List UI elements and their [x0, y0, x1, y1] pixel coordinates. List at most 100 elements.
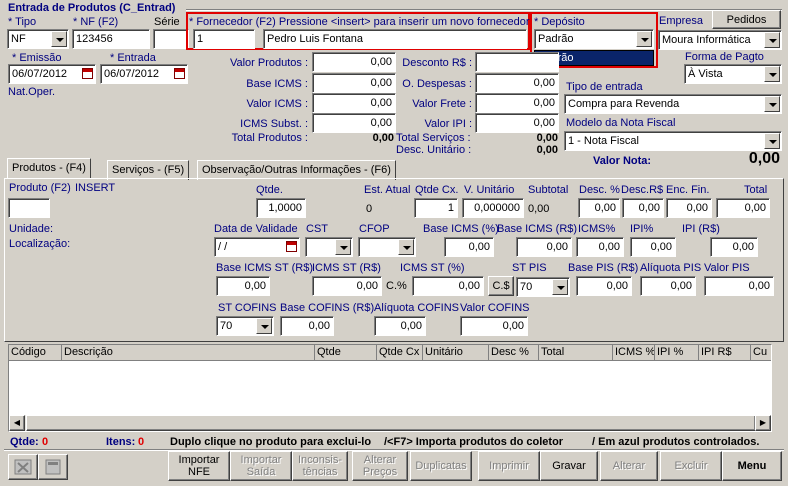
valor-produtos-input[interactable]: 0,00 [312, 52, 396, 72]
icms-pct-input[interactable]: 0,00 [576, 237, 624, 257]
column-header-unitario[interactable]: Unitário [423, 345, 489, 361]
ipi-rs-input[interactable]: 0,00 [710, 237, 758, 257]
chevron-down-icon[interactable] [51, 31, 67, 47]
valor-cofins-label: Valor COFINS [460, 302, 530, 314]
aliquota-pis-input[interactable]: 0,00 [640, 276, 696, 296]
column-header-icms-pct[interactable]: ICMS % [613, 345, 655, 361]
importar-nfe-button[interactable]: Importar NFE [168, 451, 230, 481]
column-header-cu[interactable]: Cu [751, 345, 771, 361]
total-input[interactable]: 0,00 [716, 198, 770, 218]
valor-icms-input[interactable]: 0,00 [312, 93, 396, 113]
aliquota-cofins-input[interactable]: 0,00 [374, 316, 426, 336]
calendar-icon[interactable] [286, 241, 297, 252]
chevron-down-icon[interactable] [256, 318, 272, 334]
desc-rs-input[interactable]: 0,00 [622, 198, 664, 218]
empresa-label: Empresa [659, 15, 704, 27]
forma-pagto-select[interactable]: À Vista [684, 64, 782, 84]
base-icms-input[interactable]: 0,00 [312, 73, 396, 93]
status-hint-delete: Duplo clique no produto para exclui-lo [170, 436, 372, 448]
base-icms-pct-input[interactable]: 0,00 [444, 237, 494, 257]
base-icms-st-rs-label: Base ICMS ST (R$) [216, 262, 313, 274]
desc-pct-input[interactable]: 0,00 [578, 198, 620, 218]
fornecedor-name-input[interactable]: Pedro Luis Fontana [263, 29, 527, 49]
serie-input[interactable] [153, 29, 189, 49]
entrada-input[interactable]: 06/07/2012 [100, 64, 188, 84]
scroll-left-icon[interactable]: ◀ [9, 415, 25, 431]
ipi-pct-input[interactable]: 0,00 [630, 237, 676, 257]
fornecedor-code-input[interactable]: 1 [193, 29, 255, 49]
icms-subst-input[interactable]: 0,00 [312, 113, 396, 133]
column-header-qtde[interactable]: Qtde [315, 345, 377, 361]
produto-input[interactable] [8, 198, 50, 218]
tab-servicos[interactable]: Serviços - (F5) [107, 160, 190, 180]
valor-ipi-input[interactable]: 0,00 [475, 113, 559, 133]
column-header-qtde-cx[interactable]: Qtde Cx [377, 345, 423, 361]
cst-select[interactable] [305, 237, 353, 257]
valor-frete-input[interactable]: 0,00 [475, 93, 559, 113]
scroll-right-icon[interactable]: ▶ [755, 415, 771, 431]
duplicatas-button[interactable]: Duplicatas [410, 451, 472, 481]
chevron-down-icon[interactable] [764, 133, 780, 149]
chevron-down-icon[interactable] [764, 66, 780, 82]
o-despesas-input[interactable]: 0,00 [475, 73, 559, 93]
alterar-precos-button[interactable]: Alterar Preços [352, 451, 408, 481]
status-hint-controlled: / Em azul produtos controlados. [592, 436, 760, 448]
gravar-button[interactable]: Gravar [540, 451, 598, 481]
excluir-button[interactable]: Excluir [660, 451, 722, 481]
empresa-select[interactable]: Moura Informática [658, 30, 782, 50]
chevron-down-icon[interactable] [764, 96, 780, 112]
base-pis-input[interactable]: 0,00 [576, 276, 632, 296]
icms-st-pct-input[interactable]: 0,00 [412, 276, 484, 296]
qtde-input[interactable]: 1,0000 [256, 198, 306, 218]
chevron-down-icon[interactable] [636, 31, 652, 47]
column-header-ipi-pct[interactable]: IPI % [655, 345, 699, 361]
chevron-down-icon[interactable] [398, 239, 414, 255]
chevron-down-icon[interactable] [552, 279, 568, 295]
column-header-total[interactable]: Total [539, 345, 613, 361]
base-cofins-input[interactable]: 0,00 [280, 316, 334, 336]
valor-cofins-input[interactable]: 0,00 [460, 316, 528, 336]
cs-button[interactable]: C.$ [488, 276, 514, 296]
st-cofins-select[interactable]: 70 [216, 316, 274, 336]
icms-st-rs-input[interactable]: 0,00 [312, 276, 382, 296]
pedidos-button[interactable]: Pedidos [712, 10, 781, 29]
tipo-select[interactable]: NF [7, 29, 69, 49]
ipi-rs-label: IPI (R$) [682, 223, 720, 235]
calendar-icon[interactable] [174, 68, 185, 79]
inconsistencias-button[interactable]: Inconsis- tências [292, 451, 348, 481]
calculator-icon[interactable] [38, 454, 68, 480]
imprimir-button[interactable]: Imprimir [478, 451, 540, 481]
scroll-thumb[interactable] [26, 415, 756, 431]
chevron-down-icon[interactable] [335, 239, 351, 255]
chevron-down-icon[interactable] [764, 32, 780, 48]
qtde-cx-input[interactable]: 1 [414, 198, 458, 218]
menu-button[interactable]: Menu [722, 451, 782, 481]
tipo-entrada-select[interactable]: Compra para Revenda [564, 94, 782, 114]
cfop-select[interactable] [358, 237, 416, 257]
st-pis-select[interactable]: 70 [516, 277, 570, 297]
base-icms-st-rs-input[interactable]: 0,00 [216, 276, 270, 296]
enc-fin-label: Enc. Fin. [666, 184, 710, 196]
tab-observacao[interactable]: Observação/Outras Informações - (F6) [197, 160, 396, 180]
enc-fin-input[interactable]: 0,00 [666, 198, 712, 218]
calendar-icon[interactable] [82, 68, 93, 79]
alterar-button[interactable]: Alterar [600, 451, 658, 481]
column-header-ipi-rs[interactable]: IPI R$ [699, 345, 751, 361]
excel-icon[interactable] [8, 454, 38, 480]
horizontal-scrollbar[interactable]: ◀ ▶ [9, 415, 771, 431]
v-unitario-input[interactable]: 0,000000 [462, 198, 524, 218]
desconto-input[interactable] [475, 52, 559, 72]
data-validade-input[interactable]: / / [214, 237, 300, 257]
column-header-desc-pct[interactable]: Desc % [489, 345, 539, 361]
modelo-nf-select[interactable]: 1 - Nota Fiscal [564, 131, 782, 151]
importar-saida-button[interactable]: Importar Saída [230, 451, 292, 481]
valor-pis-input[interactable]: 0,00 [704, 276, 774, 296]
base-icms-rs-input[interactable]: 0,00 [516, 237, 572, 257]
column-header-descricao[interactable]: Descrição [62, 345, 315, 361]
emissao-input[interactable]: 06/07/2012 [8, 64, 96, 84]
desc-pct-label: Desc. % [579, 184, 620, 196]
deposito-select[interactable]: Padrão [534, 29, 654, 49]
column-header-codigo[interactable]: Código [9, 345, 62, 361]
tab-produtos[interactable]: Produtos - (F4) [7, 158, 91, 179]
nf-input[interactable]: 123456 [72, 29, 150, 49]
